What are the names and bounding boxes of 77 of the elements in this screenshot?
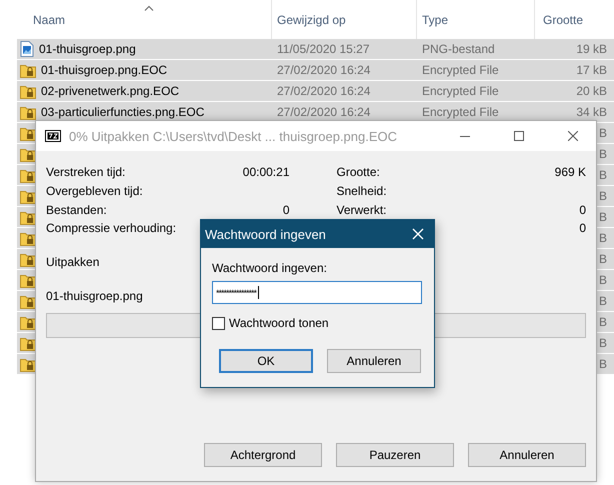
file-row[interactable]: 03-particulierfuncties.png.EOC 27/02/2020 16:24 Encrypted File 34 kB xyxy=(17,102,614,122)
modified-date: 27/02/2020 16:24 xyxy=(277,84,370,98)
image-file-icon xyxy=(20,41,34,57)
stat-value: 0 xyxy=(579,221,586,236)
file-size: B xyxy=(598,231,607,245)
checkbox-label: Wachtwoord tonen xyxy=(229,316,329,330)
app-logo-icon xyxy=(45,130,61,142)
file-size: B xyxy=(598,273,607,287)
locked-folder-icon xyxy=(20,104,36,120)
locked-folder-icon xyxy=(20,314,36,330)
locked-folder-icon xyxy=(20,294,36,308)
modified-date: 11/05/2020 15:27 xyxy=(277,42,370,56)
file-size: 19 kB xyxy=(576,42,607,56)
file-name: 01-thuisgroep.png xyxy=(39,42,136,56)
dialog-title: Wachtwoord ingeven xyxy=(205,226,326,242)
locked-folder-icon xyxy=(20,336,36,350)
password-field[interactable]: **************** xyxy=(212,281,422,304)
file-size: B xyxy=(598,252,607,266)
dialog-button[interactable]: Annuleren xyxy=(327,349,421,373)
window-title: 0% Uitpakken C:\Users\tvd\Deskt ... thuisgroep.png.EOC xyxy=(69,128,398,144)
dialog-button[interactable]: Achtergrond xyxy=(204,442,322,467)
locked-folder-icon xyxy=(20,356,36,372)
stat-label: Grootte: xyxy=(336,165,380,180)
maximize-icon[interactable] xyxy=(514,131,524,141)
dialog-button[interactable]: Annuleren xyxy=(468,442,586,467)
stat-value: 0 xyxy=(579,202,586,217)
locked-folder-icon xyxy=(20,210,36,224)
modified-date: 27/02/2020 16:24 xyxy=(277,105,370,119)
stat-label: Verstreken tijd: xyxy=(46,165,126,180)
file-size: B xyxy=(598,336,607,350)
stat-value: 0 xyxy=(282,202,290,217)
file-name: 02-privenetwerk.png.EOC xyxy=(41,84,180,98)
stat-value: 00:00:21 xyxy=(242,165,290,180)
current-file: 01-thuisgroep.png xyxy=(46,288,143,303)
dialog-button[interactable]: Pauzeren xyxy=(336,442,454,467)
locked-folder-icon xyxy=(20,62,36,78)
locked-folder-icon xyxy=(20,188,36,204)
file-row[interactable]: 02-privenetwerk.png.EOC 27/02/2020 16:24 Encrypted File 20 kB xyxy=(17,81,614,101)
locked-folder-icon xyxy=(20,146,36,162)
stat-label: Bestanden: xyxy=(46,202,107,217)
file-type: Encrypted File xyxy=(422,63,499,77)
file-size: 20 kB xyxy=(576,84,607,98)
locked-folder-icon xyxy=(20,126,36,140)
file-type: Encrypted File xyxy=(422,105,499,119)
locked-folder-icon xyxy=(20,84,36,98)
file-type: Encrypted File xyxy=(422,84,499,98)
file-size: B xyxy=(598,126,607,140)
file-size: B xyxy=(598,294,607,308)
file-size: B xyxy=(598,147,607,161)
file-size: B xyxy=(598,357,607,371)
action-label: Uitpakken xyxy=(46,254,100,269)
locked-folder-icon xyxy=(20,272,36,288)
locked-folder-icon xyxy=(20,252,36,266)
file-size: B xyxy=(598,168,607,182)
locked-folder-icon xyxy=(20,168,36,182)
stat-label: Overgebleven tijd: xyxy=(46,184,143,198)
file-size: B xyxy=(598,315,607,329)
stat-label: Verwerkt: xyxy=(336,202,387,217)
close-icon[interactable] xyxy=(568,131,578,141)
file-row[interactable]: 01-thuisgroep.png.EOC 27/02/2020 16:24 Encrypted File 17 kB xyxy=(17,60,614,80)
file-name: 03-particulierfuncties.png.EOC xyxy=(41,105,204,119)
file-type: PNG-bestand xyxy=(422,42,495,56)
stat-value: 969 K xyxy=(554,165,586,180)
modified-date: 27/02/2020 16:24 xyxy=(277,63,370,77)
checkbox[interactable] xyxy=(212,316,225,330)
column-header[interactable]: Grootte xyxy=(535,0,614,39)
file-row[interactable]: 01-thuisgroep.png 11/05/2020 15:27 PNG-bestand 19 kB xyxy=(17,39,614,59)
stat-label: Snelheid: xyxy=(336,184,387,198)
locked-folder-icon xyxy=(20,230,36,246)
file-size: 17 kB xyxy=(576,63,607,77)
file-size: B xyxy=(598,210,607,224)
dialog-button[interactable]: OK xyxy=(219,349,313,373)
field-label: Wachtwoord ingeven: xyxy=(212,261,328,275)
file-name: 01-thuisgroep.png.EOC xyxy=(41,63,168,77)
stat-label: Compressie verhouding: xyxy=(46,221,176,236)
file-size: 34 kB xyxy=(576,105,607,119)
file-size: B xyxy=(598,189,607,203)
